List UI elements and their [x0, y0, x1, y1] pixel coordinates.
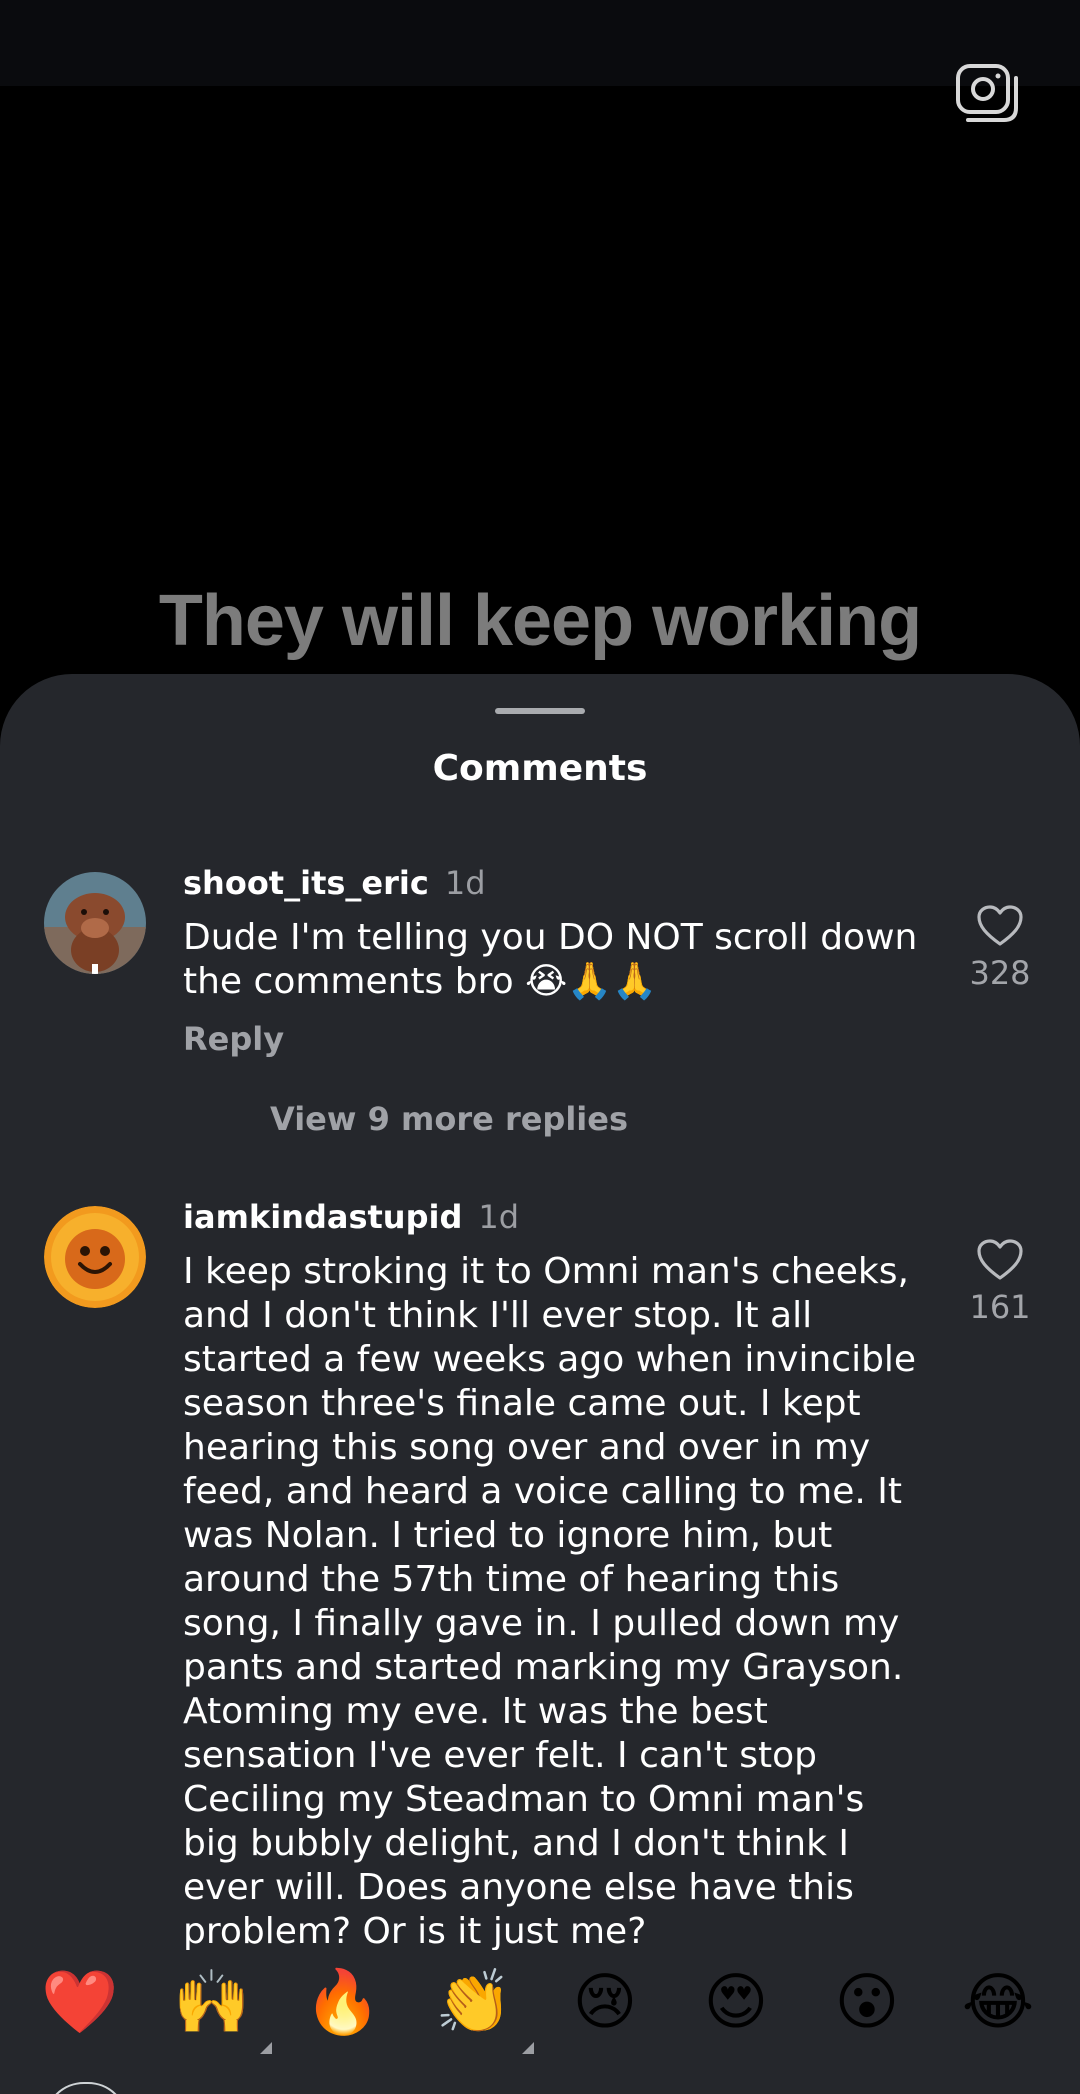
reply-button[interactable]: Reply — [183, 1020, 284, 1058]
skin-tone-indicator — [260, 2042, 272, 2054]
comment-username[interactable]: shoot_its_eric — [183, 864, 429, 902]
reaction-emoji: 🙌 — [173, 1965, 251, 2038]
comment-time: 1d — [478, 1198, 520, 1236]
reel-caption: They will keep working — [158, 581, 922, 661]
comment-text: Dude I'm telling you DO NOT scroll down … — [183, 917, 918, 1002]
skin-tone-indicator — [522, 2042, 534, 2054]
comment-time: 1d — [444, 864, 486, 902]
drag-handle[interactable] — [495, 708, 585, 714]
like-button[interactable]: 328 — [960, 904, 1040, 992]
comments-sheet: Comments shoot_its_eric 1d Dude I'm telli… — [0, 674, 1080, 2094]
sheet-title: Comments — [432, 748, 648, 789]
reaction-emoji: 👏 — [435, 1965, 513, 2038]
comment-text: I keep stroking it to Omni man's cheeks,… — [183, 1251, 917, 1952]
avatar[interactable] — [44, 1206, 146, 1308]
reaction-surprised[interactable]: 😮 — [825, 1960, 909, 2044]
like-button[interactable]: 161 — [960, 1238, 1040, 1326]
reaction-fire[interactable]: 🔥 — [301, 1960, 385, 2044]
camera-icon[interactable] — [952, 58, 1024, 130]
view-replies-button[interactable]: View 9 more replies — [270, 1100, 628, 1138]
comment-meta: shoot_its_eric 1d — [183, 864, 486, 902]
current-user-avatar[interactable] — [44, 2082, 128, 2094]
reaction-raised-hands[interactable]: 🙌 — [170, 1960, 272, 2054]
heart-icon — [977, 1239, 1023, 1280]
screen: They will keep working Comments shoot_it… — [0, 0, 1080, 2094]
reaction-clapping[interactable]: 👏 — [432, 1960, 534, 2054]
reaction-heart[interactable]: ❤️ — [38, 1960, 122, 2044]
reaction-laughing[interactable]: 😂 — [956, 1960, 1040, 2044]
like-count: 328 — [969, 954, 1031, 992]
comment-meta: iamkindastupid 1d — [183, 1198, 519, 1236]
like-count: 161 — [969, 1288, 1031, 1326]
reaction-heart-eyes[interactable]: 😍 — [694, 1960, 778, 2044]
quick-reaction-bar: ❤️ 🙌 🔥 👏 😢 😍 😮 😂 — [0, 1950, 1080, 2094]
comment-username[interactable]: iamkindastupid — [183, 1198, 462, 1236]
avatar[interactable] — [44, 872, 146, 974]
reaction-crying[interactable]: 😢 — [563, 1960, 647, 2044]
heart-icon — [977, 905, 1023, 946]
status-bar — [0, 0, 1080, 86]
